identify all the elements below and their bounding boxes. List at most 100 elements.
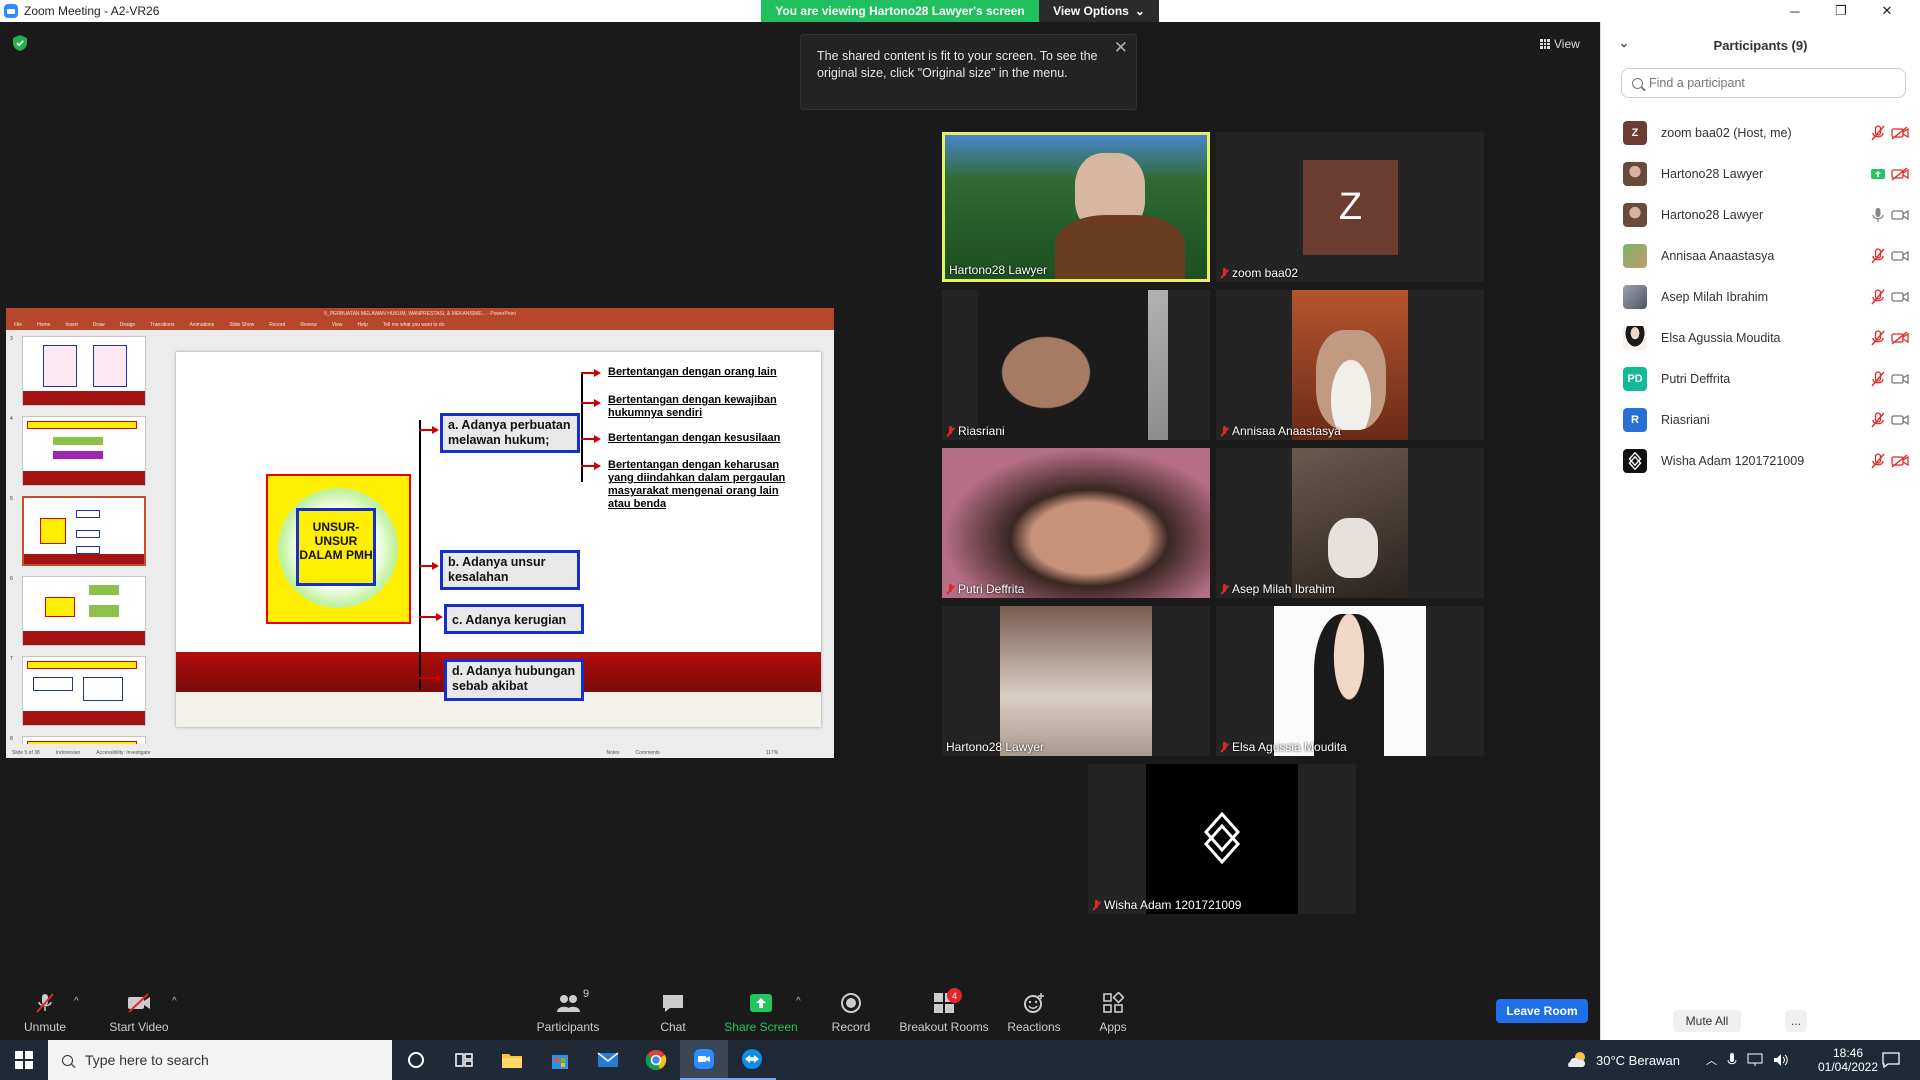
- branch-1: Bertentangan dengan orang lain: [608, 366, 777, 378]
- mic-muted-icon[interactable]: [1871, 329, 1885, 346]
- close-window-button[interactable]: ✕: [1864, 0, 1910, 22]
- video-tile[interactable]: Annisaa Anaastasya: [1216, 290, 1484, 440]
- video-tile[interactable]: Wisha Adam 1201721009: [1088, 764, 1356, 914]
- record-button[interactable]: Record: [826, 978, 876, 1040]
- video-options-caret[interactable]: ^: [172, 996, 177, 1007]
- participant-row[interactable]: R Riasriani: [1601, 399, 1920, 440]
- microphone-icon[interactable]: [1727, 1052, 1737, 1068]
- camera-icon[interactable]: [1891, 290, 1909, 304]
- mic-muted-icon[interactable]: [1871, 124, 1885, 141]
- profile-logo-icon: [1628, 451, 1642, 470]
- participant-row[interactable]: Wisha Adam 1201721009: [1601, 440, 1920, 481]
- tile-name-text: Elsa Agussia Moudita: [1232, 740, 1347, 754]
- unmute-button[interactable]: Unmute: [20, 978, 70, 1040]
- timeline-icon[interactable]: [440, 1040, 488, 1080]
- breakout-rooms-button[interactable]: 4 Breakout Rooms: [896, 978, 992, 1040]
- video-tile[interactable]: Asep Milah Ibrahim: [1216, 448, 1484, 598]
- start-video-button[interactable]: Start Video: [104, 978, 174, 1040]
- participant-name: Hartono28 Lawyer: [1661, 207, 1764, 222]
- share-options-caret[interactable]: ^: [796, 996, 801, 1007]
- camera-icon[interactable]: [1891, 208, 1909, 222]
- video-tile[interactable]: Z zoom baa02: [1216, 132, 1484, 282]
- apps-button[interactable]: Apps: [1088, 978, 1138, 1040]
- mic-muted-icon[interactable]: [1871, 288, 1885, 305]
- tile-name: Elsa Agussia Moudita: [1220, 740, 1347, 754]
- start-button[interactable]: [0, 1040, 48, 1080]
- view-label: View: [1554, 37, 1580, 51]
- mic-muted-icon[interactable]: [1871, 247, 1885, 264]
- task-view-icon[interactable]: [392, 1040, 440, 1080]
- view-options-button[interactable]: View Options ⌄: [1039, 0, 1159, 22]
- taskbar-search[interactable]: Type here to search: [48, 1040, 392, 1080]
- security-shield-icon[interactable]: [12, 34, 28, 52]
- video-tile[interactable]: Hartono28 Lawyer: [942, 132, 1210, 282]
- mic-muted-icon[interactable]: [1871, 411, 1885, 428]
- network-icon[interactable]: [1747, 1053, 1763, 1067]
- mail-icon[interactable]: [584, 1040, 632, 1080]
- thumb-shape: [76, 530, 100, 538]
- teamviewer-icon[interactable]: [728, 1040, 776, 1080]
- record-icon: [838, 992, 864, 1014]
- restore-button[interactable]: ❐: [1818, 0, 1864, 22]
- chat-button[interactable]: Chat: [648, 978, 698, 1040]
- minimize-button[interactable]: ─: [1772, 0, 1818, 22]
- video-tile[interactable]: Riasriani: [942, 290, 1210, 440]
- close-icon[interactable]: ✕: [1114, 39, 1128, 56]
- search-input[interactable]: [1649, 76, 1889, 90]
- participant-row[interactable]: Asep Milah Ibrahim: [1601, 276, 1920, 317]
- mic-icon[interactable]: [1871, 207, 1885, 223]
- zoom-taskbar-icon[interactable]: [680, 1040, 728, 1080]
- camera-off-icon[interactable]: [1891, 330, 1909, 345]
- breakout-badge: 4: [947, 988, 962, 1003]
- reactions-icon: [1021, 992, 1047, 1014]
- chevron-up-icon[interactable]: ︿: [1706, 1052, 1717, 1068]
- audio-options-caret[interactable]: ^: [74, 996, 79, 1007]
- participant-row[interactable]: Z zoom baa02 (Host, me): [1601, 112, 1920, 153]
- share-screen-button[interactable]: Share Screen: [724, 978, 798, 1040]
- leave-room-button[interactable]: Leave Room: [1496, 999, 1588, 1023]
- participant-row[interactable]: PD Putri Deffrita: [1601, 358, 1920, 399]
- camera-icon[interactable]: [1891, 413, 1909, 427]
- thumb-shape: [43, 345, 77, 387]
- chrome-icon[interactable]: [632, 1040, 680, 1080]
- status-notes: Notes: [606, 750, 620, 756]
- more-options-button[interactable]: ...: [1785, 1010, 1807, 1032]
- video-tile[interactable]: Hartono28 Lawyer: [942, 606, 1210, 756]
- participant-row[interactable]: Hartono28 Lawyer: [1601, 194, 1920, 235]
- clock[interactable]: 18:46 01/04/2022: [1817, 1040, 1879, 1080]
- branch-2: Bertentangan dengan kewajiban hukumnya s…: [608, 394, 777, 419]
- reactions-button[interactable]: Reactions: [1004, 978, 1064, 1040]
- avatar: PD: [1623, 366, 1647, 391]
- participant-search[interactable]: [1621, 68, 1906, 98]
- mic-muted-icon[interactable]: [1871, 370, 1885, 387]
- branch-4: Bertentangan dengan keharusan yang diind…: [608, 459, 786, 510]
- video-tile[interactable]: Elsa Agussia Moudita: [1216, 606, 1484, 756]
- camera-off-icon[interactable]: [1891, 125, 1909, 140]
- video-tile[interactable]: Putri Deffrita: [942, 448, 1210, 598]
- volume-icon[interactable]: [1773, 1053, 1789, 1067]
- ppt-menu-item: Record: [269, 322, 286, 328]
- clock-date: 01/04/2022: [1817, 1060, 1879, 1074]
- mic-muted-icon[interactable]: [1871, 452, 1885, 469]
- camera-icon[interactable]: [1891, 249, 1909, 263]
- camera-off-icon[interactable]: [1891, 166, 1909, 181]
- participant-row[interactable]: Elsa Agussia Moudita: [1601, 317, 1920, 358]
- participant-row[interactable]: Annisaa Anaastasya: [1601, 235, 1920, 276]
- store-icon[interactable]: [536, 1040, 584, 1080]
- file-explorer-icon[interactable]: [488, 1040, 536, 1080]
- thumb-number: 5: [10, 496, 13, 502]
- share-screen-label: Share Screen: [724, 1020, 798, 1034]
- camera-off-icon[interactable]: [1891, 453, 1909, 468]
- view-layout-button[interactable]: View: [1540, 34, 1588, 54]
- chevron-down-icon[interactable]: ⌄: [1619, 36, 1629, 50]
- mic-muted-icon: [946, 583, 955, 595]
- weather-widget[interactable]: 30°C Berawan: [1566, 1040, 1680, 1080]
- mute-all-button[interactable]: Mute All: [1673, 1010, 1741, 1032]
- camera-icon[interactable]: [1891, 372, 1909, 386]
- participants-button[interactable]: 9 Participants: [532, 978, 604, 1040]
- notification-center-icon[interactable]: [1882, 1040, 1900, 1080]
- arrow-head: [432, 562, 439, 570]
- participant-row[interactable]: Hartono28 Lawyer: [1601, 153, 1920, 194]
- ppt-menu-item: Design: [119, 322, 136, 328]
- tile-name: Wisha Adam 1201721009: [1092, 898, 1241, 912]
